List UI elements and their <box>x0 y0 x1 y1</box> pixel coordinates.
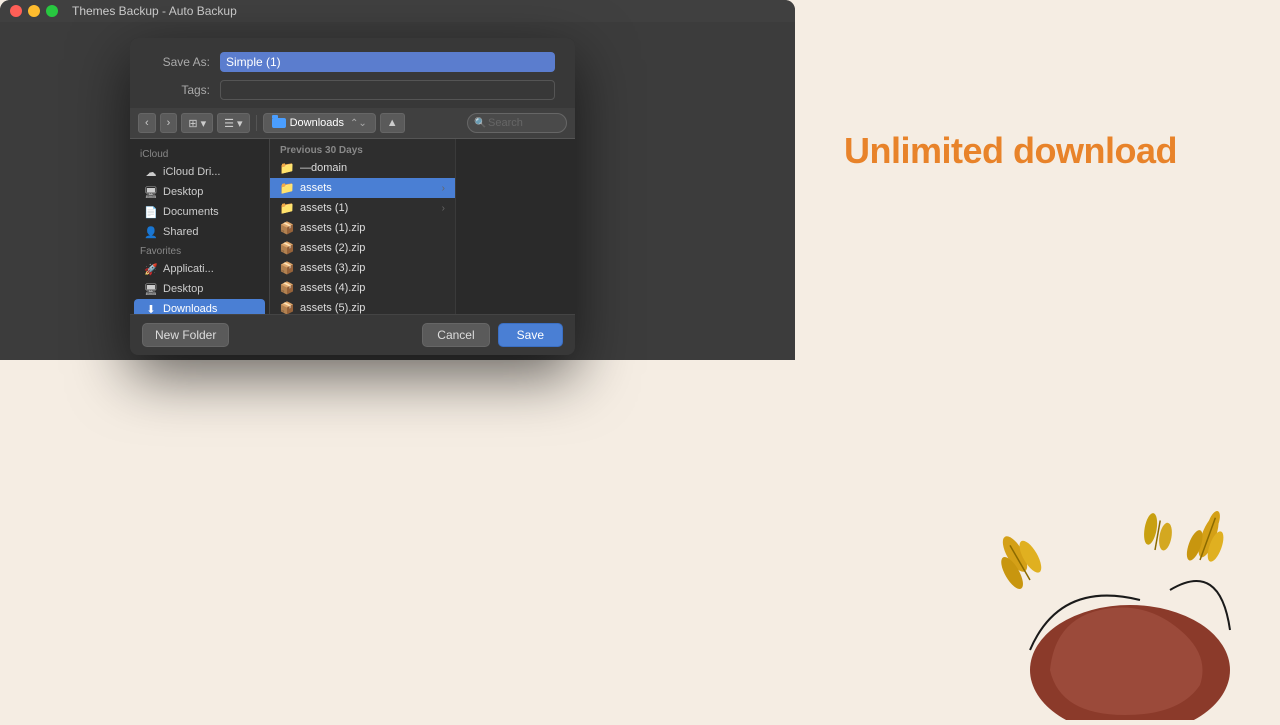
save-as-row: Save As: <box>150 52 555 72</box>
file-name-assets-1: assets (1) <box>300 202 348 214</box>
list-view-button[interactable]: ☰ ▾ <box>217 113 249 133</box>
file-item-assets-5-zip[interactable]: 📦 assets (5).zip <box>270 298 455 314</box>
applications-icon: 🚀 <box>144 262 158 276</box>
file-preview-panel <box>455 139 575 314</box>
file-name-assets-4-zip: assets (4).zip <box>300 282 365 294</box>
close-button[interactable] <box>10 5 22 17</box>
file-item-assets-4-zip[interactable]: 📦 assets (4).zip <box>270 278 455 298</box>
file-item-domain[interactable]: 📁 —domain <box>270 158 455 178</box>
icon-view-button[interactable]: ⊞ ▾ <box>181 113 213 133</box>
save-as-input[interactable] <box>220 52 555 72</box>
sidebar-item-downloads[interactable]: ⬇ Downloads <box>134 299 265 314</box>
tags-row: Tags: <box>150 80 555 100</box>
shared-label: Shared <box>163 226 198 238</box>
zip-icon-2: 📦 <box>280 241 294 255</box>
icloud-drive-label: iCloud Dri... <box>163 166 220 178</box>
unlimited-download-heading: Unlimited download <box>844 130 1177 172</box>
folder-icon <box>272 118 286 128</box>
window-title: Themes Backup - Auto Backup <box>72 4 237 18</box>
footer-right: Cancel Save <box>422 323 563 347</box>
location-label: Downloads <box>290 117 344 129</box>
zip-icon-3: 📦 <box>280 261 294 275</box>
file-item-assets-1[interactable]: 📁 assets (1) › <box>270 198 455 218</box>
file-name-assets-1-zip: assets (1).zip <box>300 222 365 234</box>
location-dropdown[interactable]: Downloads ⌃⌄ <box>263 113 376 133</box>
downloads-icon: ⬇ <box>144 302 158 314</box>
save-button[interactable]: Save <box>498 323 563 347</box>
decoration-illustration <box>970 500 1280 720</box>
documents-icon: 📄 <box>144 205 158 219</box>
dialog-toolbar: ‹ › ⊞ ▾ ☰ ▾ Downloads ⌃⌄ ▲ 🔍 Search <box>130 108 575 139</box>
previous-30-days-label: Previous 30 Days <box>270 143 455 158</box>
zip-icon-4: 📦 <box>280 281 294 295</box>
dialog-header: Save As: Tags: <box>130 38 575 108</box>
zip-icon-1: 📦 <box>280 221 294 235</box>
maximize-button[interactable] <box>46 5 58 17</box>
file-name-assets: assets <box>300 182 332 194</box>
file-item-assets-3-zip[interactable]: 📦 assets (3).zip <box>270 258 455 278</box>
chevron-updown-icon: ⌃⌄ <box>350 118 367 129</box>
folder-icon-domain: 📁 <box>280 161 294 175</box>
chevron-right-icon: › <box>442 183 445 194</box>
file-list-section: Previous 30 Days 📁 —domain 📁 assets › 📁 … <box>270 139 455 314</box>
file-name-domain: —domain <box>300 162 347 174</box>
toolbar-separator <box>256 115 257 131</box>
zip-icon-5: 📦 <box>280 301 294 314</box>
folder-icon-assets-1: 📁 <box>280 201 294 215</box>
applications-label: Applicati... <box>163 263 214 275</box>
desktop-label: Desktop <box>163 283 203 295</box>
file-item-assets-1-zip[interactable]: 📦 assets (1).zip <box>270 218 455 238</box>
search-icon: 🔍 <box>474 118 486 129</box>
dialog-sidebar: iCloud ☁ iCloud Dri... 🖥 Desktop 📄 Docum… <box>130 139 270 314</box>
save-as-label: Save As: <box>150 55 210 69</box>
file-item-assets[interactable]: 📁 assets › <box>270 178 455 198</box>
tags-input[interactable] <box>220 80 555 100</box>
new-folder-button[interactable]: New Folder <box>142 323 229 347</box>
expand-button[interactable]: ▲ <box>380 113 405 133</box>
cancel-button[interactable]: Cancel <box>422 323 489 347</box>
icloud-desktop-label: Desktop <box>163 186 203 198</box>
sidebar-item-icloud-desktop[interactable]: 🖥 Desktop <box>134 182 265 202</box>
icloud-section-label: iCloud <box>130 145 269 162</box>
save-dialog: Save As: Tags: ‹ › ⊞ ▾ ☰ ▾ Downloads ⌃⌄ … <box>130 38 575 355</box>
search-placeholder: Search <box>488 117 523 129</box>
favorites-section-label: Favorites <box>130 242 269 259</box>
sidebar-item-icloud-drive[interactable]: ☁ iCloud Dri... <box>134 162 265 182</box>
file-name-assets-2-zip: assets (2).zip <box>300 242 365 254</box>
location-bar: Downloads ⌃⌄ ▲ <box>263 113 463 133</box>
dialog-footer: New Folder Cancel Save <box>130 314 575 355</box>
shared-icon: 👤 <box>144 225 158 239</box>
desktop-icon-fav: 🖥 <box>144 282 158 296</box>
back-button[interactable]: ‹ <box>138 113 156 133</box>
sidebar-item-documents[interactable]: 📄 Documents <box>134 202 265 222</box>
icloud-drive-icon: ☁ <box>144 165 158 179</box>
file-list: Previous 30 Days 📁 —domain 📁 assets › 📁 … <box>270 139 455 314</box>
desktop-icon-icloud: 🖥 <box>144 185 158 199</box>
chevron-right-icon-1: › <box>442 203 445 214</box>
dialog-body: iCloud ☁ iCloud Dri... 🖥 Desktop 📄 Docum… <box>130 139 575 314</box>
minimize-button[interactable] <box>28 5 40 17</box>
downloads-label: Downloads <box>163 303 217 314</box>
sidebar-item-desktop[interactable]: 🖥 Desktop <box>134 279 265 299</box>
file-item-assets-2-zip[interactable]: 📦 assets (2).zip <box>270 238 455 258</box>
search-box[interactable]: 🔍 Search <box>467 113 567 133</box>
window-titlebar: Themes Backup - Auto Backup <box>0 0 795 22</box>
documents-label: Documents <box>163 206 219 218</box>
file-name-assets-3-zip: assets (3).zip <box>300 262 365 274</box>
sidebar-item-applications[interactable]: 🚀 Applicati... <box>134 259 265 279</box>
tags-label: Tags: <box>150 83 210 97</box>
folder-icon-assets: 📁 <box>280 181 294 195</box>
forward-button[interactable]: › <box>160 113 178 133</box>
file-name-assets-5-zip: assets (5).zip <box>300 302 365 314</box>
sidebar-item-shared[interactable]: 👤 Shared <box>134 222 265 242</box>
